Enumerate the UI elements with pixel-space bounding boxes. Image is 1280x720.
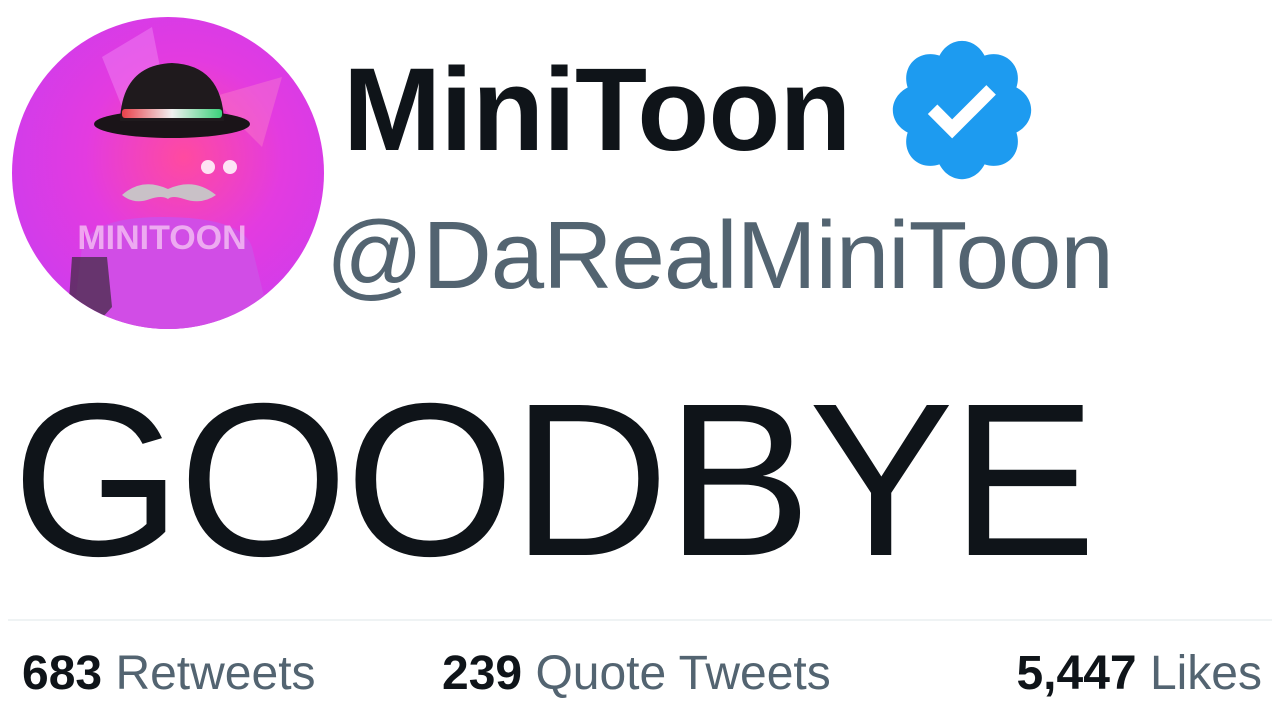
quote-tweets-label: Quote Tweets: [535, 647, 831, 700]
verified-badge-icon: [881, 29, 1043, 191]
display-name[interactable]: MiniToon: [343, 51, 852, 169]
likes-count: 5,447: [1016, 647, 1137, 700]
tweet-text: GOODBYE: [12, 359, 1096, 602]
author-handle[interactable]: @DaRealMiniToon: [326, 208, 1114, 304]
avatar-logo-text: MINITOON: [77, 219, 246, 257]
likes-stat[interactable]: 5,447 Likes: [1016, 644, 1262, 704]
tweet-stats: 683 Retweets 239 Quote Tweets 5,447 Like…: [22, 644, 1262, 704]
author-name-row: MiniToon: [343, 30, 1043, 190]
likes-label: Likes: [1149, 647, 1262, 700]
retweets-count: 683: [22, 647, 103, 700]
avatar[interactable]: MINITOON: [12, 17, 324, 329]
avatar-image: MINITOON: [12, 17, 324, 329]
retweets-label: Retweets: [115, 647, 316, 700]
quote-tweets-count: 239: [442, 647, 523, 700]
quote-tweets-stat[interactable]: 239 Quote Tweets: [442, 644, 831, 704]
tweet-card: MINITOON MiniToon @DaRealMiniToon GOODBY…: [0, 0, 1280, 720]
retweets-stat[interactable]: 683 Retweets: [22, 644, 316, 704]
divider: [8, 619, 1272, 621]
